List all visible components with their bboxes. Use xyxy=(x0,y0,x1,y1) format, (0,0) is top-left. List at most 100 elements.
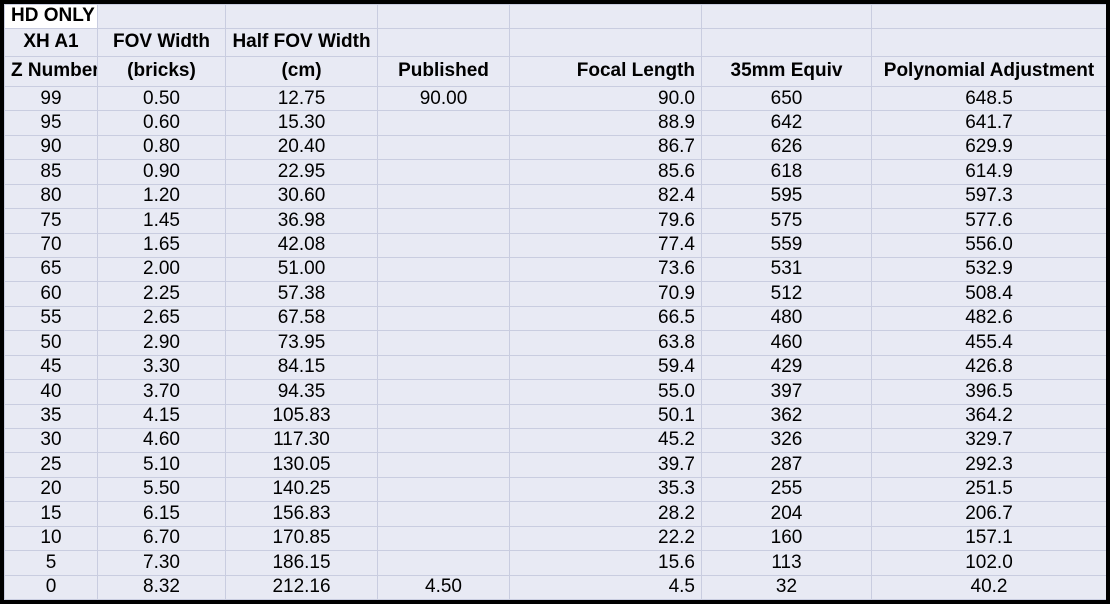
cell-half_fov_width_cm[interactable]: 130.05 xyxy=(225,452,378,478)
cell-equiv_35mm[interactable]: 642 xyxy=(701,110,872,136)
cell-polynomial_adjustment[interactable]: 597.3 xyxy=(871,183,1106,210)
cell-focal_length[interactable]: 79.6 xyxy=(509,208,702,234)
cell-fov_width_bricks[interactable]: 4.60 xyxy=(97,427,226,454)
cell-polynomial_adjustment[interactable]: 482.6 xyxy=(871,305,1106,332)
cell-focal_length[interactable]: 90.0 xyxy=(509,86,702,112)
cell-polynomial_adjustment[interactable]: 40.2 xyxy=(871,574,1106,600)
cell-z_number[interactable]: 75 xyxy=(4,208,98,234)
cell-z_number[interactable]: 35 xyxy=(4,403,98,429)
cell-equiv_35mm[interactable]: 559 xyxy=(701,232,872,259)
cell-focal_length[interactable]: 73.6 xyxy=(509,257,702,283)
cell-equiv_35mm[interactable]: 255 xyxy=(701,476,872,503)
cell-half_fov_width_cm[interactable]: 140.25 xyxy=(225,476,378,503)
cell-focal_length[interactable]: 59.4 xyxy=(509,354,702,381)
cell-half_fov_width_cm[interactable]: 57.38 xyxy=(225,281,378,307)
cell-equiv_35mm[interactable]: 113 xyxy=(701,550,872,576)
cell-published[interactable] xyxy=(377,305,510,332)
cell-published[interactable] xyxy=(377,232,510,259)
cell-polynomial_adjustment[interactable]: 396.5 xyxy=(871,379,1106,405)
cell-published[interactable] xyxy=(377,550,510,576)
cell-focal_length[interactable]: 4.5 xyxy=(509,574,702,600)
cell-polynomial_adjustment[interactable]: 508.4 xyxy=(871,281,1106,307)
column-title-top-fov_width_bricks[interactable]: FOV Width xyxy=(97,27,226,57)
cell-z_number[interactable]: 55 xyxy=(4,305,98,332)
cell-published[interactable] xyxy=(377,476,510,503)
cell-focal_length[interactable]: 85.6 xyxy=(509,159,702,185)
cell-fov_width_bricks[interactable]: 7.30 xyxy=(97,550,226,576)
cell-half_fov_width_cm[interactable]: 156.83 xyxy=(225,501,378,527)
cell-fov_width_bricks[interactable]: 0.80 xyxy=(97,134,226,161)
cell-equiv_35mm[interactable]: 460 xyxy=(701,330,872,356)
cell-fov_width_bricks[interactable]: 4.15 xyxy=(97,403,226,429)
cell-published[interactable] xyxy=(377,427,510,454)
cell-half_fov_width_cm[interactable]: 186.15 xyxy=(225,550,378,576)
cell-half_fov_width_cm[interactable]: 67.58 xyxy=(225,305,378,332)
column-title-top-polynomial_adjustment[interactable] xyxy=(871,27,1106,57)
cell-published[interactable] xyxy=(377,354,510,381)
cell-fov_width_bricks[interactable]: 6.70 xyxy=(97,525,226,552)
cell-half_fov_width_cm[interactable]: 94.35 xyxy=(225,379,378,405)
column-title-top-z_number[interactable]: XH A1 xyxy=(4,27,98,57)
cell-z_number[interactable]: 40 xyxy=(4,379,98,405)
cell-focal_length[interactable]: 50.1 xyxy=(509,403,702,429)
cell-fov_width_bricks[interactable]: 2.00 xyxy=(97,257,226,283)
header-blank-cell[interactable] xyxy=(377,4,510,29)
column-header-z_number[interactable]: Z Number xyxy=(4,55,98,88)
cell-polynomial_adjustment[interactable]: 455.4 xyxy=(871,330,1106,356)
cell-equiv_35mm[interactable]: 618 xyxy=(701,159,872,185)
cell-z_number[interactable]: 95 xyxy=(4,110,98,136)
cell-z_number[interactable]: 25 xyxy=(4,452,98,478)
cell-fov_width_bricks[interactable]: 3.30 xyxy=(97,354,226,381)
cell-z_number[interactable]: 70 xyxy=(4,232,98,259)
cell-polynomial_adjustment[interactable]: 532.9 xyxy=(871,257,1106,283)
cell-equiv_35mm[interactable]: 362 xyxy=(701,403,872,429)
cell-equiv_35mm[interactable]: 429 xyxy=(701,354,872,381)
cell-z_number[interactable]: 80 xyxy=(4,183,98,210)
cell-half_fov_width_cm[interactable]: 12.75 xyxy=(225,86,378,112)
cell-z_number[interactable]: 65 xyxy=(4,257,98,283)
cell-z_number[interactable]: 85 xyxy=(4,159,98,185)
cell-published[interactable] xyxy=(377,379,510,405)
cell-fov_width_bricks[interactable]: 1.45 xyxy=(97,208,226,234)
cell-published[interactable] xyxy=(377,281,510,307)
column-title-top-equiv_35mm[interactable] xyxy=(701,27,872,57)
cell-fov_width_bricks[interactable]: 0.60 xyxy=(97,110,226,136)
cell-equiv_35mm[interactable]: 512 xyxy=(701,281,872,307)
cell-half_fov_width_cm[interactable]: 20.40 xyxy=(225,134,378,161)
cell-z_number[interactable]: 90 xyxy=(4,134,98,161)
column-header-published[interactable]: Published xyxy=(377,55,510,88)
cell-polynomial_adjustment[interactable]: 251.5 xyxy=(871,476,1106,503)
cell-focal_length[interactable]: 15.6 xyxy=(509,550,702,576)
column-title-top-published[interactable] xyxy=(377,27,510,57)
cell-fov_width_bricks[interactable]: 2.25 xyxy=(97,281,226,307)
cell-half_fov_width_cm[interactable]: 84.15 xyxy=(225,354,378,381)
cell-fov_width_bricks[interactable]: 3.70 xyxy=(97,379,226,405)
cell-fov_width_bricks[interactable]: 2.65 xyxy=(97,305,226,332)
cell-z_number[interactable]: 5 xyxy=(4,550,98,576)
cell-z_number[interactable]: 15 xyxy=(4,501,98,527)
cell-half_fov_width_cm[interactable]: 22.95 xyxy=(225,159,378,185)
cell-focal_length[interactable]: 22.2 xyxy=(509,525,702,552)
cell-published[interactable] xyxy=(377,452,510,478)
header-blank-cell[interactable] xyxy=(509,4,702,29)
cell-half_fov_width_cm[interactable]: 170.85 xyxy=(225,525,378,552)
cell-published[interactable] xyxy=(377,159,510,185)
cell-polynomial_adjustment[interactable]: 641.7 xyxy=(871,110,1106,136)
cell-half_fov_width_cm[interactable]: 117.30 xyxy=(225,427,378,454)
cell-fov_width_bricks[interactable]: 0.50 xyxy=(97,86,226,112)
cell-focal_length[interactable]: 86.7 xyxy=(509,134,702,161)
cell-equiv_35mm[interactable]: 326 xyxy=(701,427,872,454)
cell-published[interactable] xyxy=(377,525,510,552)
cell-equiv_35mm[interactable]: 626 xyxy=(701,134,872,161)
cell-half_fov_width_cm[interactable]: 73.95 xyxy=(225,330,378,356)
cell-published[interactable]: 90.00 xyxy=(377,86,510,112)
cell-focal_length[interactable]: 77.4 xyxy=(509,232,702,259)
column-title-top-half_fov_width_cm[interactable]: Half FOV Width xyxy=(225,27,378,57)
cell-focal_length[interactable]: 45.2 xyxy=(509,427,702,454)
cell-fov_width_bricks[interactable]: 8.32 xyxy=(97,574,226,600)
cell-polynomial_adjustment[interactable]: 648.5 xyxy=(871,86,1106,112)
column-header-focal_length[interactable]: Focal Length xyxy=(509,55,702,88)
cell-published[interactable] xyxy=(377,257,510,283)
column-header-equiv_35mm[interactable]: 35mm Equiv xyxy=(701,55,872,88)
column-title-top-focal_length[interactable] xyxy=(509,27,702,57)
